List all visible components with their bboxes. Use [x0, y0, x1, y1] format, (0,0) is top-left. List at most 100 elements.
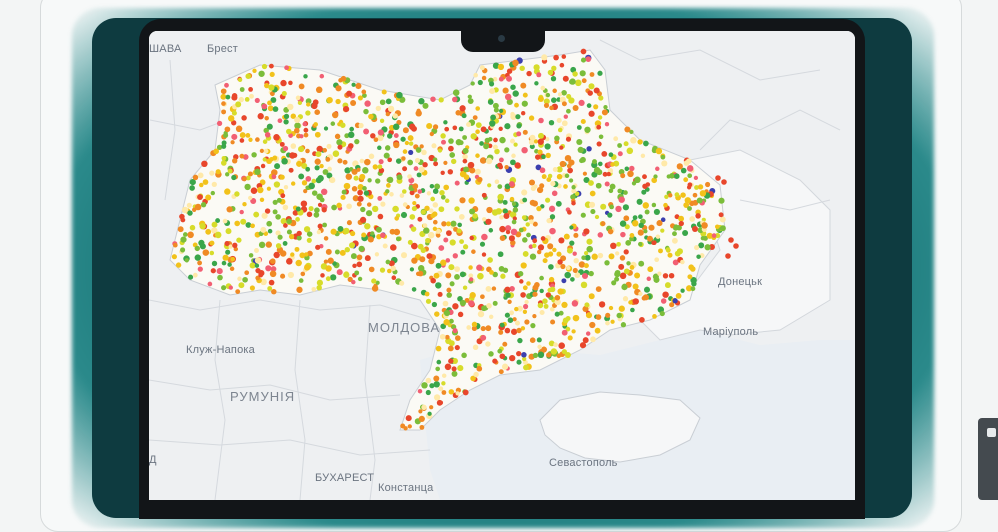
station-marker[interactable] — [647, 266, 654, 273]
station-marker[interactable] — [697, 184, 704, 190]
station-marker[interactable] — [469, 292, 476, 299]
station-marker[interactable] — [563, 114, 568, 119]
station-marker[interactable] — [211, 181, 217, 188]
station-marker[interactable] — [503, 212, 510, 220]
station-marker[interactable] — [371, 285, 379, 292]
station-marker[interactable] — [588, 293, 595, 300]
station-marker[interactable] — [699, 190, 707, 197]
station-marker[interactable] — [642, 294, 649, 301]
station-marker[interactable] — [375, 178, 381, 184]
station-marker[interactable] — [417, 265, 425, 272]
station-marker[interactable] — [445, 258, 451, 263]
station-marker[interactable] — [271, 288, 277, 295]
station-marker[interactable] — [356, 261, 363, 268]
station-marker[interactable] — [303, 127, 309, 133]
station-marker[interactable] — [571, 329, 576, 334]
station-marker[interactable] — [277, 234, 283, 240]
station-marker[interactable] — [598, 301, 606, 308]
station-marker[interactable] — [719, 216, 726, 223]
station-marker[interactable] — [539, 275, 544, 281]
station-marker[interactable] — [608, 152, 614, 158]
station-marker[interactable] — [613, 136, 619, 142]
station-marker[interactable] — [530, 185, 537, 192]
station-marker[interactable] — [508, 181, 515, 187]
station-marker[interactable] — [488, 351, 494, 357]
station-marker[interactable] — [422, 162, 428, 168]
station-marker[interactable] — [199, 182, 204, 188]
station-marker[interactable] — [510, 159, 516, 166]
station-marker[interactable] — [433, 375, 440, 382]
station-marker[interactable] — [367, 178, 372, 183]
station-marker[interactable] — [407, 174, 412, 179]
station-marker[interactable] — [288, 80, 293, 86]
station-marker[interactable] — [241, 115, 247, 121]
station-marker[interactable] — [435, 262, 442, 269]
station-marker[interactable] — [181, 206, 189, 214]
station-marker[interactable] — [384, 145, 391, 151]
station-marker[interactable] — [407, 135, 414, 142]
station-marker[interactable] — [392, 205, 399, 213]
station-marker[interactable] — [696, 197, 703, 204]
station-marker[interactable] — [567, 167, 573, 174]
station-marker[interactable] — [234, 220, 241, 227]
station-marker[interactable] — [231, 93, 238, 99]
station-marker[interactable] — [545, 92, 551, 98]
station-marker[interactable] — [688, 264, 695, 271]
station-marker[interactable] — [486, 302, 492, 309]
station-marker[interactable] — [172, 242, 178, 248]
station-marker[interactable] — [619, 220, 627, 227]
station-marker[interactable] — [294, 127, 300, 134]
station-marker[interactable] — [487, 99, 494, 105]
station-marker[interactable] — [471, 249, 476, 254]
station-marker[interactable] — [489, 270, 494, 275]
station-marker[interactable] — [389, 192, 394, 197]
station-marker[interactable] — [490, 114, 497, 121]
station-marker[interactable] — [521, 111, 526, 116]
station-marker[interactable] — [296, 286, 303, 293]
station-marker[interactable] — [532, 314, 537, 319]
station-marker[interactable] — [692, 192, 698, 198]
station-marker[interactable] — [696, 254, 701, 259]
station-marker[interactable] — [231, 110, 237, 116]
station-marker[interactable] — [536, 249, 542, 255]
station-marker[interactable] — [444, 126, 450, 132]
station-marker[interactable] — [669, 173, 675, 179]
station-marker[interactable] — [364, 158, 371, 166]
station-marker[interactable] — [298, 278, 304, 283]
station-marker[interactable] — [586, 245, 593, 253]
station-marker[interactable] — [248, 87, 253, 92]
station-marker[interactable] — [537, 244, 545, 251]
station-marker[interactable] — [359, 173, 366, 180]
station-marker[interactable] — [521, 147, 528, 154]
station-marker[interactable] — [541, 54, 548, 61]
station-marker[interactable] — [593, 166, 601, 174]
station-marker[interactable] — [298, 83, 305, 90]
station-marker[interactable] — [280, 193, 286, 199]
station-marker[interactable] — [499, 136, 506, 144]
station-marker[interactable] — [433, 161, 439, 167]
station-marker[interactable] — [542, 298, 548, 304]
station-marker[interactable] — [239, 87, 245, 92]
station-marker[interactable] — [577, 146, 584, 154]
station-marker[interactable] — [402, 127, 409, 134]
station-marker[interactable] — [271, 174, 277, 180]
station-marker[interactable] — [477, 272, 484, 280]
station-marker[interactable] — [444, 363, 452, 371]
station-marker[interactable] — [283, 113, 290, 120]
station-marker[interactable] — [438, 97, 444, 103]
station-marker[interactable] — [335, 85, 342, 92]
station-marker[interactable] — [620, 231, 626, 238]
station-marker[interactable] — [621, 284, 628, 291]
station-marker[interactable] — [714, 224, 720, 230]
station-marker[interactable] — [344, 247, 350, 253]
station-marker[interactable] — [684, 197, 691, 204]
station-marker[interactable] — [459, 197, 466, 204]
station-marker[interactable] — [638, 260, 645, 267]
station-marker[interactable] — [216, 120, 223, 127]
station-marker[interactable] — [686, 158, 692, 164]
station-marker[interactable] — [426, 122, 433, 130]
station-marker[interactable] — [443, 120, 448, 125]
station-marker[interactable] — [435, 345, 442, 352]
station-marker[interactable] — [479, 241, 486, 247]
station-marker[interactable] — [448, 389, 455, 395]
